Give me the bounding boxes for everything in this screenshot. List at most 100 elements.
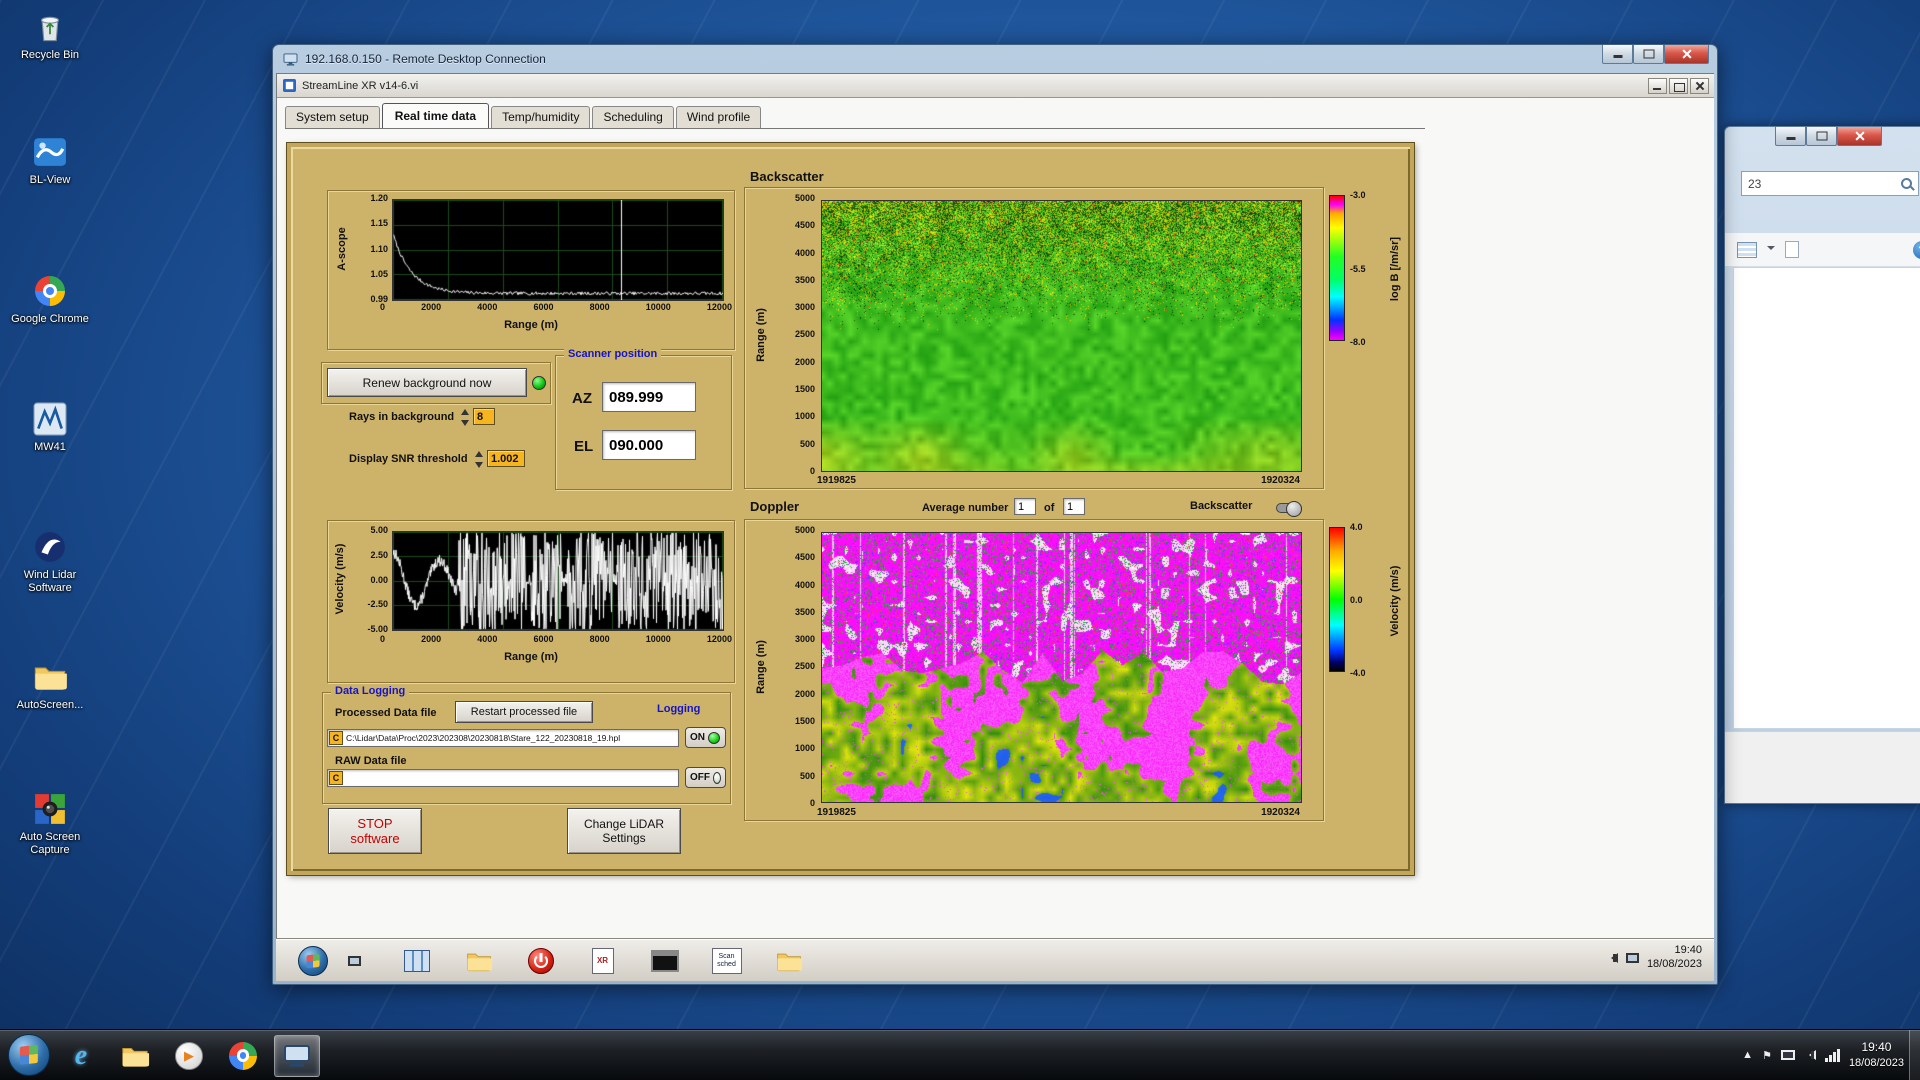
backscatter-toggle[interactable]	[1276, 501, 1302, 517]
close-button[interactable]	[1690, 77, 1709, 94]
raw-logging-toggle[interactable]: OFF	[685, 767, 726, 788]
remote-taskbar-stop-icon[interactable]	[524, 944, 557, 977]
tray-volume-icon[interactable]	[1804, 1050, 1816, 1060]
snr-value-field[interactable]: 1.002	[487, 450, 525, 467]
drive-icon: C	[329, 731, 343, 745]
remote-taskbar-folder2-icon[interactable]	[772, 944, 805, 977]
remote-volume-icon[interactable]	[1606, 952, 1618, 963]
velocity-x-ticks: 0 2000 4000 6000 8000 10000 12000	[380, 635, 732, 644]
scanner-position-title: Scanner position	[564, 348, 662, 360]
average-total-field[interactable]: 1	[1063, 498, 1085, 515]
minimize-button[interactable]	[1648, 77, 1667, 94]
ascope-graph: A-scope 1.20 1.15 1.10 1.05 0.99 0 2000 4000 60…	[327, 190, 735, 350]
taskbar-rdp-active[interactable]	[274, 1034, 320, 1077]
desktop-icon-mw41[interactable]: MW41	[8, 400, 92, 454]
tick-label: 0	[809, 797, 815, 808]
change-lidar-settings-button[interactable]: Change LiDAR Settings	[567, 808, 681, 854]
rays-value-field[interactable]: 8	[473, 408, 495, 425]
restore-button[interactable]	[1669, 77, 1688, 94]
close-button[interactable]	[1664, 45, 1709, 64]
tab-temp-humidity[interactable]: Temp/humidity	[491, 106, 591, 128]
tab-real-time-data[interactable]: Real time data	[381, 103, 490, 128]
background-window-titlebar	[1725, 127, 1920, 157]
xr-document-icon: XR	[591, 947, 614, 974]
tick-label: 5000	[794, 525, 815, 535]
velocity-plot	[392, 531, 724, 631]
raw-file-path-field[interactable]: C	[327, 769, 679, 787]
tick-label: 1000	[794, 743, 815, 754]
tick-label: 12000	[706, 302, 732, 312]
chrome-icon	[31, 272, 69, 310]
tray-show-hidden-icons[interactable]: ▲	[1742, 1049, 1753, 1061]
remote-taskbar-folder-icon[interactable]	[462, 944, 495, 977]
remote-taskbar-grid-icon[interactable]	[400, 944, 433, 977]
tick-label: 2500	[794, 661, 815, 672]
tray-network-icon[interactable]	[1824, 1048, 1840, 1062]
remote-display-icon[interactable]	[1625, 952, 1639, 963]
background-led	[532, 376, 546, 390]
remote-taskbar-xr-icon[interactable]: XR	[586, 944, 619, 977]
folder-icon	[122, 1047, 150, 1067]
average-number-field[interactable]: 1	[1014, 498, 1036, 515]
desktop-icon-google-chrome[interactable]: Google Chrome	[8, 272, 92, 326]
renew-background-button[interactable]: Renew background now	[327, 368, 527, 397]
tick-label: 2000	[421, 302, 442, 312]
remote-start-button[interactable]	[298, 946, 328, 976]
taskbar-media-player[interactable]: ▶	[166, 1035, 212, 1077]
remote-taskbar-console-icon[interactable]	[648, 944, 681, 977]
tab-system-setup[interactable]: System setup	[285, 106, 380, 128]
backscatter-graph: Range (m) 5000 4500 4000 3500 3000 2500 2000 15…	[744, 187, 1324, 489]
folder-icon	[776, 953, 802, 971]
maximize-button[interactable]	[1806, 127, 1837, 146]
desktop-icon-auto-screen-capture[interactable]: Auto Screen Capture	[8, 790, 92, 856]
system-taskbar: e ▶ ▲ ⚑ 19:40 18/08/2023	[0, 1029, 1920, 1080]
tray-flag-icon[interactable]: ⚑	[1762, 1049, 1772, 1062]
background-window[interactable]: 23 ?	[1724, 126, 1920, 804]
desktop-icon-autoscreen-folder[interactable]: AutoScreen...	[8, 658, 92, 712]
labview-titlebar[interactable]: StreamLine XR v14-6.vi	[277, 74, 1714, 98]
taskbar-file-explorer[interactable]	[112, 1035, 158, 1077]
start-button[interactable]	[8, 1034, 50, 1076]
show-desktop-button[interactable]	[1909, 1030, 1920, 1080]
remote-taskbar: XR Scan sched 19:40 18/08/2023	[276, 939, 1714, 981]
console-icon	[650, 949, 679, 972]
new-file-icon[interactable]	[1785, 241, 1799, 258]
tick-label: 3000	[794, 302, 815, 313]
help-icon[interactable]: ?	[1913, 240, 1920, 259]
maximize-button[interactable]	[1633, 45, 1664, 64]
processed-file-path-field[interactable]: C C:\Lidar\Data\Proc\2023\202308\2023081…	[327, 729, 679, 747]
remote-taskbar-scan-sched-icon[interactable]: Scan sched	[710, 944, 743, 977]
desktop-icon-bl-view[interactable]: BL-View	[8, 133, 92, 187]
el-value-field[interactable]: 090.000	[602, 430, 696, 460]
search-input[interactable]: 23	[1741, 171, 1919, 196]
tray-clock[interactable]: 19:40 18/08/2023	[1849, 1040, 1904, 1070]
close-button[interactable]	[1837, 127, 1882, 146]
tray-network-display-icon[interactable]	[1780, 1050, 1795, 1060]
desktop-icon-label: Auto Screen Capture	[19, 831, 81, 856]
az-value-field[interactable]: 089.999	[602, 382, 696, 412]
chevron-down-icon[interactable]	[1767, 245, 1775, 254]
stop-software-button[interactable]: STOP software	[328, 808, 422, 854]
remote-clock[interactable]: 19:40 18/08/2023	[1647, 944, 1702, 972]
minimize-button[interactable]	[1602, 45, 1633, 64]
desktop-icon-wind-lidar[interactable]: Wind Lidar Software	[8, 528, 92, 594]
tab-scheduling[interactable]: Scheduling	[592, 106, 674, 128]
tab-wind-profile[interactable]: Wind profile	[675, 106, 762, 128]
desktop-icon-label: Recycle Bin	[20, 49, 80, 61]
desktop-icon-recycle-bin[interactable]: Recycle Bin	[8, 8, 92, 62]
snr-spinner[interactable]	[473, 451, 484, 468]
tick-label: 0	[380, 302, 386, 312]
taskbar-internet-explorer[interactable]: e	[58, 1035, 104, 1077]
minimize-button[interactable]	[1775, 127, 1806, 146]
rdp-titlebar[interactable]: 192.168.0.150 - Remote Desktop Connectio…	[273, 45, 1717, 73]
taskbar-chrome[interactable]	[220, 1035, 266, 1077]
chrome-icon	[229, 1041, 257, 1070]
rays-spinner[interactable]	[459, 409, 470, 426]
on-led	[708, 731, 720, 744]
search-icon	[1901, 178, 1912, 189]
restart-processed-file-button[interactable]: Restart processed file	[455, 701, 593, 723]
view-list-icon[interactable]	[1737, 241, 1757, 258]
processed-logging-toggle[interactable]: ON	[685, 727, 726, 748]
remote-taskbar-app-icon[interactable]	[338, 944, 371, 977]
labview-app-icon	[283, 79, 296, 92]
